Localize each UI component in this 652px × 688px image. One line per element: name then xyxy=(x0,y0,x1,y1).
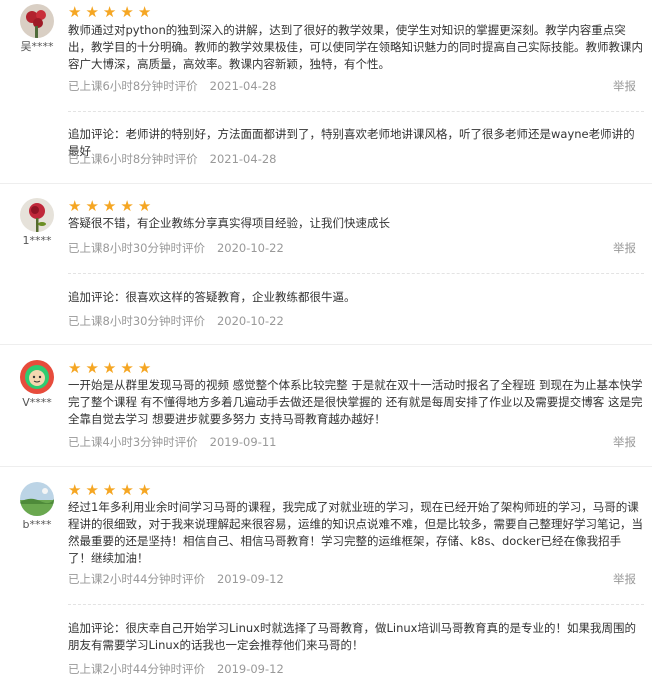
star-icon: ★ xyxy=(68,197,82,215)
star-icon: ★ xyxy=(120,359,134,377)
star-icon: ★ xyxy=(68,359,82,377)
star-icon: ★ xyxy=(120,3,134,21)
review-date: 2019-09-11 xyxy=(209,435,277,449)
star-rating: ★ ★ ★ ★ ★ xyxy=(68,482,155,498)
avatar xyxy=(20,360,54,394)
followup-status: 已上课6小时8分钟时评价 xyxy=(68,152,198,166)
review-date: 2019-09-12 xyxy=(216,572,284,586)
review-divider xyxy=(0,344,652,345)
followup-comment: 追加评论：很庆幸自己开始学习Linux时就选择了马哥教育，做Linux培训马哥教… xyxy=(68,621,636,652)
star-icon: ★ xyxy=(137,359,152,377)
followup-date: 2021-04-28 xyxy=(209,152,277,166)
username[interactable]: 1**** xyxy=(14,234,60,248)
star-icon: ★ xyxy=(102,3,117,21)
cartoon-avatar-icon xyxy=(20,360,54,394)
followup-meta: 已上课6小时8分钟时评价 2021-04-28 xyxy=(68,151,276,167)
star-icon: ★ xyxy=(68,3,82,21)
star-icon: ★ xyxy=(102,481,117,499)
review-status: 已上课6小时8分钟时评价 xyxy=(68,79,198,93)
review-content: 经过1年多利用业余时间学习马哥的课程，我完成了对就业班的学习，现在已经开始了架构… xyxy=(68,500,643,565)
review-status: 已上课4小时3分钟时评价 xyxy=(68,435,198,449)
star-icon: ★ xyxy=(85,359,99,377)
review-meta: 已上课6小时8分钟时评价 2021-04-28 xyxy=(68,78,276,94)
review-status: 已上课2小时44分钟时评价 xyxy=(68,572,205,586)
report-link[interactable]: 举报 xyxy=(613,571,636,587)
landscape-avatar-icon xyxy=(20,482,54,516)
review-date: 2020-10-22 xyxy=(216,241,284,255)
followup-date: 2020-10-22 xyxy=(216,314,284,328)
star-icon: ★ xyxy=(102,359,117,377)
followup-date: 2019-09-12 xyxy=(216,662,284,676)
star-icon: ★ xyxy=(137,197,152,215)
review-divider xyxy=(0,466,652,467)
review-status: 已上课8小时30分钟时评价 xyxy=(68,241,205,255)
review-divider xyxy=(0,183,652,184)
review-meta: 已上课2小时44分钟时评价 2019-09-12 xyxy=(68,571,284,587)
red-rose-avatar-icon xyxy=(20,198,54,232)
review-date: 2021-04-28 xyxy=(209,79,277,93)
review-content: 一开始是从群里发现马哥的视频 感觉整个体系比较完整 于是就在双十一活动时报名了全… xyxy=(68,378,643,426)
review-content: 答疑很不错，有企业教练分享真实得项目经验，让我们快速成长 xyxy=(68,216,390,230)
followup-comment: 追加评论：很喜欢这样的答疑教育，企业教练都很牛逼。 xyxy=(68,290,356,304)
report-link[interactable]: 举报 xyxy=(613,240,636,256)
star-icon: ★ xyxy=(85,197,99,215)
divider xyxy=(68,604,644,605)
followup-status: 已上课2小时44分钟时评价 xyxy=(68,662,205,676)
star-icon: ★ xyxy=(85,481,99,499)
username[interactable]: b**** xyxy=(14,518,60,532)
followup-meta: 已上课8小时30分钟时评价 2020-10-22 xyxy=(68,313,284,329)
star-icon: ★ xyxy=(137,3,152,21)
star-rating: ★ ★ ★ ★ ★ xyxy=(68,4,155,20)
username[interactable]: 吴**** xyxy=(14,40,60,54)
star-icon: ★ xyxy=(137,481,152,499)
report-link[interactable]: 举报 xyxy=(613,78,636,94)
review-meta: 已上课8小时30分钟时评价 2020-10-22 xyxy=(68,240,284,256)
report-link[interactable]: 举报 xyxy=(613,434,636,450)
star-rating: ★ ★ ★ ★ ★ xyxy=(68,198,155,214)
star-icon: ★ xyxy=(120,481,134,499)
followup-meta: 已上课2小时44分钟时评价 2019-09-12 xyxy=(68,661,284,677)
star-icon: ★ xyxy=(120,197,134,215)
username[interactable]: V**** xyxy=(14,396,60,410)
star-icon: ★ xyxy=(68,481,82,499)
review-content: 教师通过对python的独到深入的讲解，达到了很好的教学效果，使学生对知识的掌握… xyxy=(68,23,643,71)
review-meta: 已上课4小时3分钟时评价 2019-09-11 xyxy=(68,434,276,450)
red-flowers-avatar-icon xyxy=(20,4,54,38)
star-icon: ★ xyxy=(85,3,99,21)
avatar xyxy=(20,4,54,38)
avatar xyxy=(20,482,54,516)
avatar xyxy=(20,198,54,232)
divider xyxy=(68,273,644,274)
followup-status: 已上课8小时30分钟时评价 xyxy=(68,314,205,328)
star-icon: ★ xyxy=(102,197,117,215)
divider xyxy=(68,111,644,112)
star-rating: ★ ★ ★ ★ ★ xyxy=(68,360,155,376)
